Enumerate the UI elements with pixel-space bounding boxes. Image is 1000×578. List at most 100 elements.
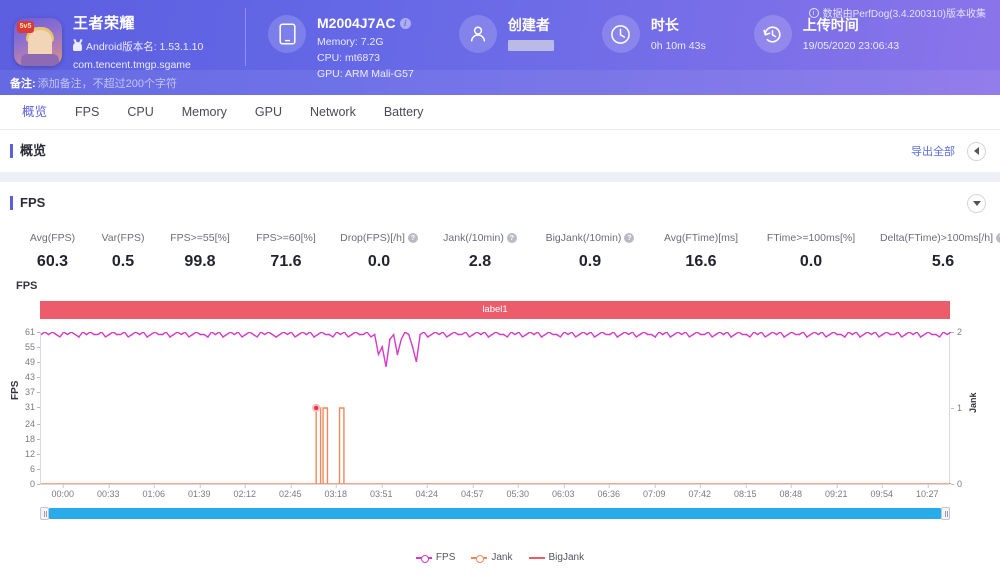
metric-value: 0.5	[111, 253, 135, 270]
tab-cpu[interactable]: CPU	[113, 95, 167, 130]
chart-series-svg	[41, 332, 951, 484]
x-tick: 06:36	[597, 484, 621, 499]
metric-value: 5.6	[931, 253, 955, 270]
x-tick: 02:45	[278, 484, 302, 499]
metric-label: Avg(FPS)	[29, 232, 76, 244]
metric-value: 99.8	[184, 253, 216, 270]
chart-range-slider[interactable]	[40, 507, 950, 520]
chevron-down-icon	[972, 200, 981, 206]
tab-overview[interactable]: 概览	[8, 95, 61, 130]
x-tick: 09:21	[824, 484, 848, 499]
android-icon	[73, 42, 82, 51]
legend-label: Jank	[491, 552, 513, 563]
app-info-block: 5v5 王者荣耀 Android版本名: 1.53.1.10 com.tence…	[0, 0, 245, 71]
tab-bar: 概览 FPS CPU Memory GPU Network Battery	[0, 95, 1000, 130]
range-track[interactable]	[49, 508, 941, 519]
device-cpu: CPU: mt6873	[317, 52, 381, 64]
overview-collapse-button[interactable]	[967, 141, 986, 161]
x-tick: 01:06	[142, 484, 166, 499]
metric-value: 71.6	[270, 253, 302, 270]
chart-legend: FPS Jank BigJank	[0, 552, 1000, 563]
x-tick: 08:48	[779, 484, 803, 499]
divider	[245, 8, 246, 66]
y-axis-label-right: Jank	[968, 392, 978, 413]
page-header: i 数据由PerfDog(3.4.200310)版本收集 5v5 王者荣耀 An…	[0, 0, 1000, 95]
x-tick: 04:57	[460, 484, 484, 499]
y-tick-left: 49	[24, 356, 41, 367]
device-info-icon[interactable]: i	[399, 17, 411, 29]
legend-marker-jank	[471, 554, 488, 563]
metric-value: 2.8	[468, 253, 492, 270]
metric-avg-fps: Avg(FPS) 60.3	[16, 232, 89, 271]
chart-plot-area[interactable]: 0 6 12 18 24 31 37 43 49 55 61 0 1 2	[25, 327, 962, 489]
metric-jank: Jank(/10min) ? 2.8	[429, 232, 531, 271]
fps-collapse-button[interactable]	[967, 193, 986, 213]
device-name-row: M2004J7AC i	[317, 15, 414, 31]
tab-gpu[interactable]: GPU	[241, 95, 296, 130]
app-version: Android版本名: 1.53.1.10	[86, 41, 204, 53]
creator-block: 创建者	[458, 0, 554, 56]
x-tick: 00:00	[51, 484, 75, 499]
metric-bigjank: BigJank(/10min) ? 0.9	[531, 232, 649, 271]
x-tick: 00:33	[96, 484, 120, 499]
metric-fps-ge-55: FPS>=55[%] 99.8	[157, 232, 243, 271]
legend-label: BigJank	[548, 552, 585, 563]
range-handle-right[interactable]	[941, 507, 950, 520]
help-icon[interactable]: ?	[996, 233, 1000, 243]
help-icon[interactable]: ?	[407, 233, 418, 243]
history-clock-icon	[753, 15, 792, 53]
help-icon[interactable]: ?	[506, 233, 517, 243]
metric-label: Drop(FPS)[/h]	[340, 232, 405, 244]
metric-label: Jank(/10min)	[443, 232, 504, 244]
duration-block: 时长 0h 10m 43s	[601, 0, 706, 54]
tab-battery[interactable]: Battery	[370, 95, 438, 130]
metric-drop-fps: Drop(FPS)[/h] ? 0.0	[329, 232, 429, 271]
note-label: 备注:	[10, 77, 36, 90]
y-tick-left: 18	[24, 434, 41, 445]
fps-chart: FPS label1 FPS Jank 0 6 12 18 24 31 37 43 49 55 61…	[0, 275, 1000, 525]
note-field[interactable]: 备注: 添加备注，不超过200个字符	[0, 70, 1000, 95]
overview-panel-header: 概览 导出全部	[0, 130, 1000, 172]
device-memory: Memory: 7.2G	[317, 36, 384, 48]
x-tick: 05:30	[506, 484, 530, 499]
scene-label-bar[interactable]: label1	[40, 301, 950, 319]
metric-var-fps: Var(FPS) 0.5	[89, 232, 157, 271]
y-tick-right: 1	[950, 403, 963, 413]
y-tick-left: 61	[24, 327, 41, 337]
legend-item-jank[interactable]: Jank	[471, 552, 513, 563]
creator-name-redacted	[507, 40, 554, 51]
metric-label: Var(FPS)	[101, 232, 145, 244]
y-tick-right: 2	[950, 327, 963, 337]
export-all-button[interactable]: 导出全部	[911, 143, 955, 159]
app-name: 王者荣耀	[73, 15, 136, 32]
metric-label: Avg(FTime)[ms]	[663, 232, 739, 244]
device-name: M2004J7AC	[317, 15, 396, 31]
tab-memory[interactable]: Memory	[168, 95, 241, 130]
x-tick: 09:54	[870, 484, 894, 499]
x-tick: 07:42	[688, 484, 712, 499]
y-axis-label-left: FPS	[10, 380, 21, 400]
app-version-row: Android版本名: 1.53.1.10	[73, 39, 203, 54]
info-icon: i	[808, 7, 819, 18]
x-tick: 08:15	[733, 484, 757, 499]
chart-title: FPS	[16, 280, 38, 292]
y-tick-left: 0	[29, 479, 41, 489]
y-tick-left: 55	[24, 341, 41, 352]
tab-fps[interactable]: FPS	[61, 95, 113, 130]
legend-item-bigjank[interactable]: BigJank	[528, 552, 585, 563]
creator-label: 创建者	[507, 17, 550, 33]
x-tick: 10:27	[915, 484, 939, 499]
fps-panel-header: FPS	[0, 182, 1000, 224]
legend-item-fps[interactable]: FPS	[415, 552, 455, 563]
metric-value: 16.6	[685, 253, 717, 270]
clock-icon	[601, 15, 640, 53]
help-icon[interactable]: ?	[624, 233, 635, 243]
y-tick-left: 6	[29, 464, 41, 475]
legend-marker-fps	[415, 554, 432, 563]
metric-label: BigJank(/10min)	[545, 232, 622, 244]
range-handle-left[interactable]	[40, 507, 49, 520]
tab-network[interactable]: Network	[296, 95, 370, 130]
metric-value: 0.0	[367, 253, 391, 270]
y-tick-left: 37	[24, 386, 41, 397]
duration-label: 时长	[650, 17, 679, 33]
